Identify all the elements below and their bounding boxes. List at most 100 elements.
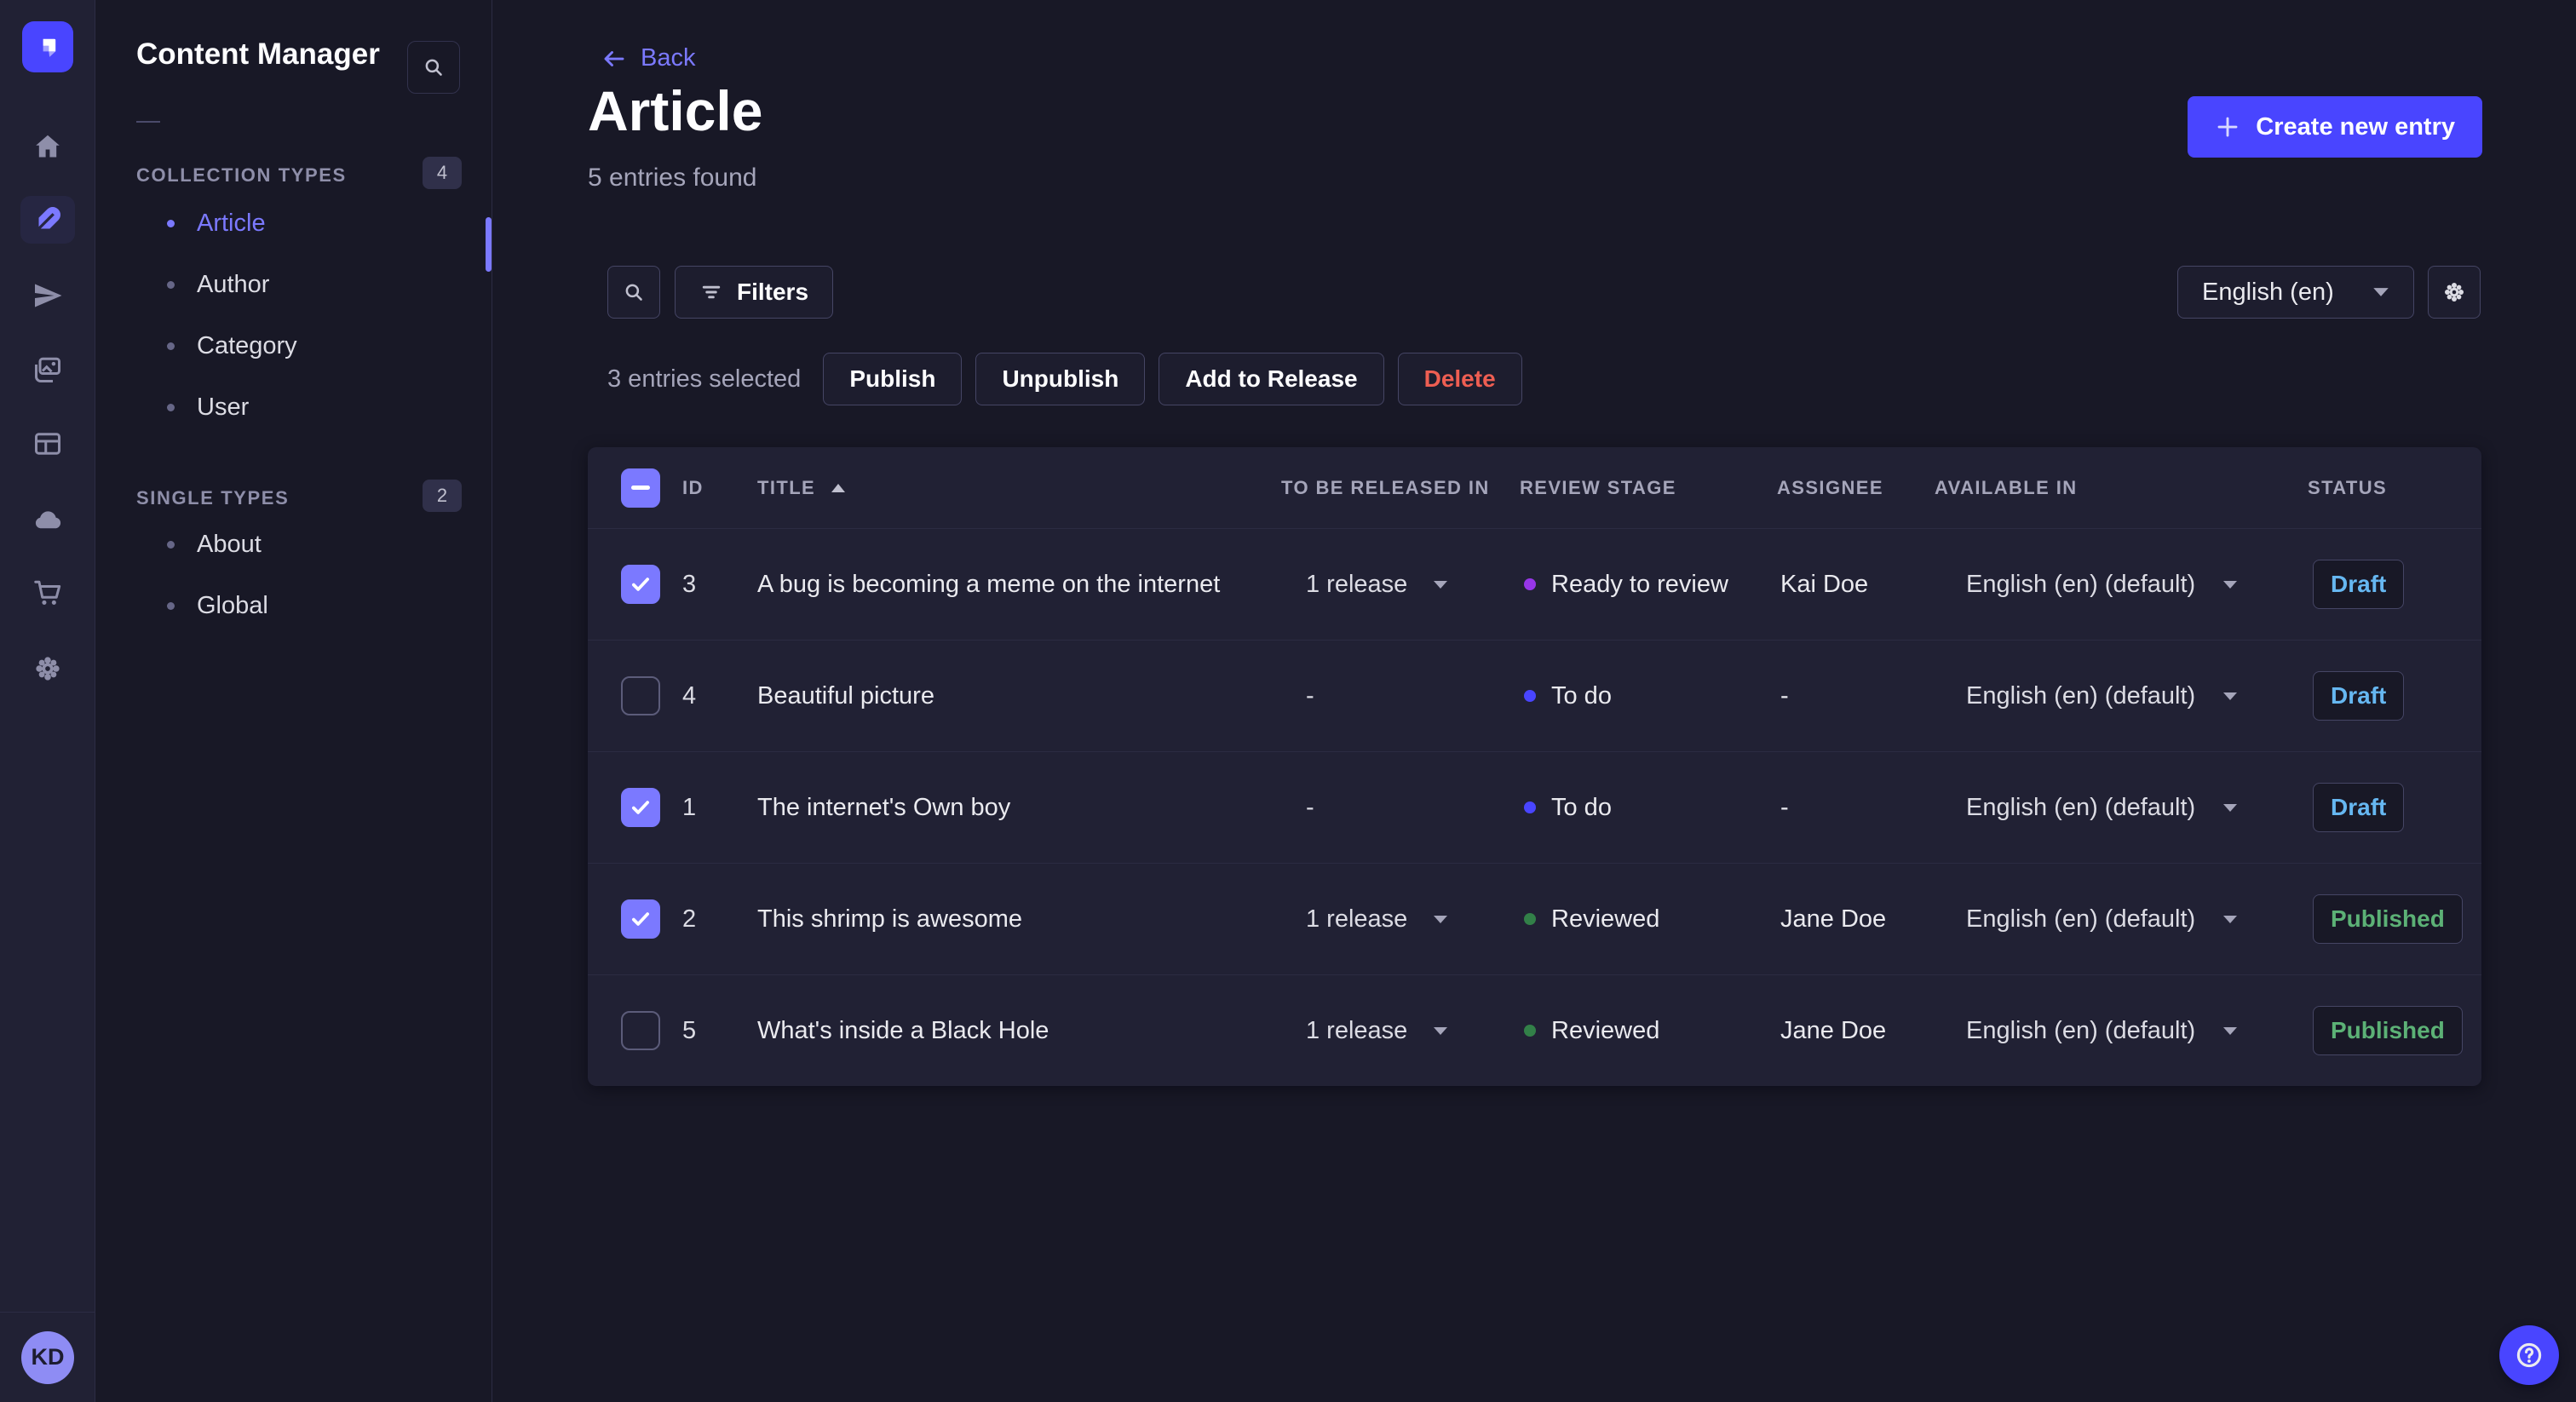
locale-controls: English (en) bbox=[2177, 266, 2481, 319]
table-row: 5 What's inside a Black Hole 1 release R… bbox=[588, 974, 2481, 1086]
indeterminate-icon bbox=[631, 486, 650, 490]
subnav-search-button[interactable] bbox=[407, 41, 460, 94]
settings-icon[interactable] bbox=[20, 645, 75, 692]
sort-ascending-icon bbox=[831, 483, 846, 492]
header-to-be-released-in[interactable]: TO BE RELEASED IN bbox=[1281, 447, 1490, 528]
content-manager-subnav: Content Manager COLLECTION TYPES 4 Article… bbox=[95, 0, 492, 1402]
header-id[interactable]: ID bbox=[682, 447, 704, 528]
row-review-stage: Reviewed bbox=[1524, 864, 1659, 974]
row-checkbox[interactable] bbox=[621, 565, 660, 604]
row-title: The internet's Own boy bbox=[757, 793, 1011, 821]
header-title[interactable]: TITLE bbox=[757, 447, 846, 528]
active-item-indicator bbox=[486, 217, 492, 272]
stage-dot bbox=[1524, 1025, 1536, 1037]
status-badge: Draft bbox=[2313, 783, 2405, 832]
row-release-dropdown: - bbox=[1306, 681, 1314, 710]
stage-dot bbox=[1524, 578, 1536, 590]
row-assignee: - bbox=[1780, 681, 1789, 710]
header-available-in[interactable]: AVAILABLE IN bbox=[1935, 447, 2078, 528]
create-new-entry-button[interactable]: Create new entry bbox=[2188, 96, 2482, 158]
row-review-stage: Reviewed bbox=[1524, 975, 1659, 1086]
arrow-left-icon bbox=[604, 50, 624, 66]
header-assignee[interactable]: ASSIGNEE bbox=[1777, 447, 1883, 528]
view-settings-button[interactable] bbox=[2428, 266, 2481, 319]
table-row: 2 This shrimp is awesome 1 release Revie… bbox=[588, 863, 2481, 974]
row-checkbox[interactable] bbox=[621, 899, 660, 939]
filter-icon bbox=[702, 285, 721, 299]
sidebar-item-category[interactable]: Category bbox=[167, 325, 297, 367]
sidebar-item-author[interactable]: Author bbox=[167, 263, 269, 306]
bullet-icon bbox=[167, 540, 175, 549]
header-status[interactable]: STATUS bbox=[2308, 447, 2387, 528]
sidebar-item-article[interactable]: Article bbox=[167, 202, 266, 244]
row-id: 4 bbox=[682, 681, 697, 710]
bullet-icon bbox=[167, 280, 175, 289]
media-library-icon[interactable] bbox=[20, 346, 75, 394]
locale-select[interactable]: English (en) bbox=[2177, 266, 2414, 319]
chevron-down-icon bbox=[2223, 803, 2238, 812]
sidebar-item-label: Global bbox=[197, 591, 268, 619]
row-title: Beautiful picture bbox=[757, 681, 934, 710]
row-locale-dropdown[interactable]: English (en) (default) bbox=[1966, 529, 2238, 640]
status-badge: Draft bbox=[2313, 560, 2405, 609]
avatar[interactable]: KD bbox=[21, 1330, 74, 1384]
content-type-builder-icon[interactable] bbox=[20, 420, 75, 468]
marketplace-icon[interactable] bbox=[20, 569, 75, 617]
row-title: A bug is becoming a meme on the internet bbox=[757, 570, 1221, 598]
row-locale-dropdown[interactable]: English (en) (default) bbox=[1966, 641, 2238, 751]
section-label: COLLECTION TYPES bbox=[136, 164, 347, 186]
row-checkbox[interactable] bbox=[621, 676, 660, 715]
table-row: 3 A bug is becoming a meme on the intern… bbox=[588, 528, 2481, 640]
stage-dot bbox=[1524, 913, 1536, 925]
section-label: SINGLE TYPES bbox=[136, 487, 290, 509]
sidebar-item-global[interactable]: Global bbox=[167, 584, 268, 627]
stage-dot bbox=[1524, 690, 1536, 702]
releases-icon[interactable] bbox=[20, 272, 75, 319]
row-locale-dropdown[interactable]: English (en) (default) bbox=[1966, 975, 2238, 1086]
filters-button[interactable]: Filters bbox=[675, 266, 834, 319]
content-manager-icon[interactable] bbox=[20, 196, 75, 244]
home-icon[interactable] bbox=[20, 123, 75, 170]
help-button[interactable] bbox=[2499, 1325, 2559, 1385]
main-nav-rail: KD bbox=[0, 0, 95, 1402]
strapi-logo[interactable] bbox=[22, 21, 73, 72]
row-checkbox[interactable] bbox=[621, 1011, 660, 1050]
chevron-down-icon bbox=[2223, 1026, 2238, 1035]
cloud-icon[interactable] bbox=[20, 496, 75, 543]
sidebar-item-about[interactable]: About bbox=[167, 523, 262, 566]
chevron-down-icon bbox=[1434, 1026, 1448, 1035]
add-to-release-button[interactable]: Add to Release bbox=[1159, 353, 1384, 405]
bullet-icon bbox=[167, 219, 175, 227]
chevron-down-icon bbox=[2223, 915, 2238, 923]
page-title: Article bbox=[588, 79, 763, 142]
row-locale-dropdown[interactable]: English (en) (default) bbox=[1966, 864, 2238, 974]
row-locale-dropdown[interactable]: English (en) (default) bbox=[1966, 752, 2238, 863]
row-assignee: - bbox=[1780, 793, 1789, 821]
row-review-stage: To do bbox=[1524, 641, 1612, 751]
main-content: Back Article 5 entries found Create new … bbox=[492, 0, 2576, 1402]
chevron-down-icon bbox=[1434, 915, 1448, 923]
row-title: This shrimp is awesome bbox=[757, 905, 1023, 933]
bullet-icon bbox=[167, 342, 175, 350]
delete-button[interactable]: Delete bbox=[1397, 353, 1522, 405]
row-id: 5 bbox=[682, 1016, 697, 1044]
check-icon bbox=[632, 577, 649, 591]
publish-button[interactable]: Publish bbox=[823, 353, 963, 405]
gear-icon bbox=[2445, 283, 2464, 302]
row-release-dropdown[interactable]: 1 release bbox=[1306, 529, 1448, 640]
row-release-dropdown[interactable]: 1 release bbox=[1306, 975, 1448, 1086]
sidebar-item-user[interactable]: User bbox=[167, 386, 249, 428]
row-release-dropdown[interactable]: 1 release bbox=[1306, 864, 1448, 974]
back-link[interactable]: Back bbox=[601, 44, 695, 72]
row-checkbox[interactable] bbox=[621, 788, 660, 827]
unpublish-button[interactable]: Unpublish bbox=[975, 353, 1146, 405]
select-all-checkbox[interactable] bbox=[621, 468, 660, 508]
search-button[interactable] bbox=[607, 266, 660, 319]
status-badge: Published bbox=[2313, 894, 2463, 944]
sidebar-item-label: Article bbox=[197, 209, 266, 237]
header-review-stage[interactable]: REVIEW STAGE bbox=[1520, 447, 1676, 528]
divider bbox=[136, 121, 160, 123]
locale-value: English (en) bbox=[2202, 278, 2334, 306]
strapi-admin: { "rail": { "logo_icon": "strapi-logo", … bbox=[0, 0, 2576, 1402]
entries-table: ID TITLE TO BE RELEASED IN REVIEW STAGE … bbox=[588, 447, 2481, 1086]
